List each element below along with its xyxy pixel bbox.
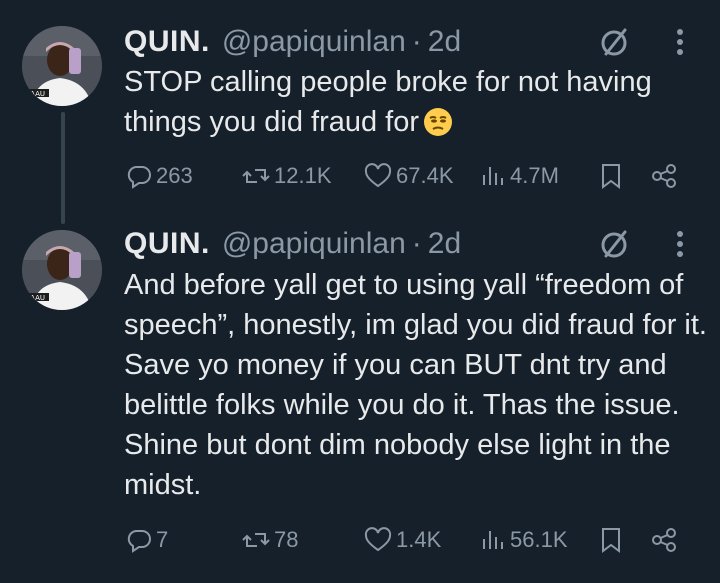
svg-text:JIAAU: JIAAU [25,90,45,98]
thread-connector-line [61,112,65,224]
repost-arrows-icon [242,533,270,547]
grok-slash-circle-icon[interactable] [596,226,632,262]
share-button[interactable] [650,520,682,560]
speech-bubble-icon [127,530,151,553]
repost-count: 12.1K [274,163,332,188]
bar-chart-icon [483,531,503,549]
tweet-header: QUIN. @papiquinlan · 2d [124,24,461,60]
share-icon [652,164,676,188]
reply-count: 263 [156,163,193,188]
reply-button[interactable]: 7 [126,520,168,560]
bookmark-icon [602,528,620,553]
timestamp[interactable]: 2d [428,227,461,261]
vertical-ellipsis-icon[interactable] [664,24,696,60]
share-button[interactable] [650,156,682,196]
like-count: 1.4K [396,527,442,552]
speech-bubble-icon [127,166,151,189]
tweet-text: STOP calling people broke for not having… [124,62,710,148]
bookmark-icon [602,164,620,189]
reply-count: 7 [156,527,169,552]
tweet-text-line-with-emoji: things you did fraud for [124,102,710,148]
tweet-1[interactable]: JIAAU QUIN. @papiquinlan · 2d STOP calli… [0,0,720,224]
timestamp[interactable]: 2d [428,25,461,59]
heart-icon [364,527,392,552]
display-name[interactable]: QUIN. [124,25,210,59]
avatar[interactable]: JIAAU [22,230,102,310]
tweet-actions: 7 78 1.4K 56.1K [124,520,694,560]
reply-button[interactable]: 263 [126,156,193,196]
tweet-text: And before yall get to using yall “freed… [124,269,716,501]
repost-arrows-icon [242,169,270,183]
user-handle[interactable]: @papiquinlan [222,227,406,261]
avatar[interactable]: JIAAU [22,26,102,106]
bar-chart-icon [483,167,503,185]
separator: · [411,227,422,260]
unamused-face-emoji-icon [423,107,453,148]
tweet-actions: 263 12.1K 67.4K 4.7M [124,156,694,196]
repost-button[interactable]: 78 [242,520,298,560]
user-handle[interactable]: @papiquinlan [222,25,406,59]
repost-count: 78 [274,527,299,552]
tweet-header: QUIN. @papiquinlan · 2d [124,226,461,262]
views-count: 4.7M [510,163,559,188]
like-count: 67.4K [396,163,454,188]
display-name[interactable]: QUIN. [124,227,210,261]
repost-button[interactable]: 12.1K [242,156,332,196]
grok-slash-circle-icon[interactable] [596,24,632,60]
tweet-2[interactable]: JIAAU QUIN. @papiquinlan · 2d And before… [0,224,720,583]
views-count: 56.1K [510,527,568,552]
svg-text:JIAAU: JIAAU [25,294,45,302]
vertical-ellipsis-icon[interactable] [664,226,696,262]
tweet-text-line: STOP calling people broke for not having [124,66,652,98]
separator: · [411,25,422,58]
tweet-text-line: things you did fraud for [124,106,420,138]
like-button[interactable]: 67.4K [364,156,454,196]
views-button[interactable]: 4.7M [480,156,559,196]
bookmark-button[interactable] [598,520,628,560]
bookmark-button[interactable] [598,156,628,196]
views-button[interactable]: 56.1K [480,520,568,560]
share-icon [652,528,676,552]
heart-icon [364,163,392,188]
like-button[interactable]: 1.4K [364,520,441,560]
